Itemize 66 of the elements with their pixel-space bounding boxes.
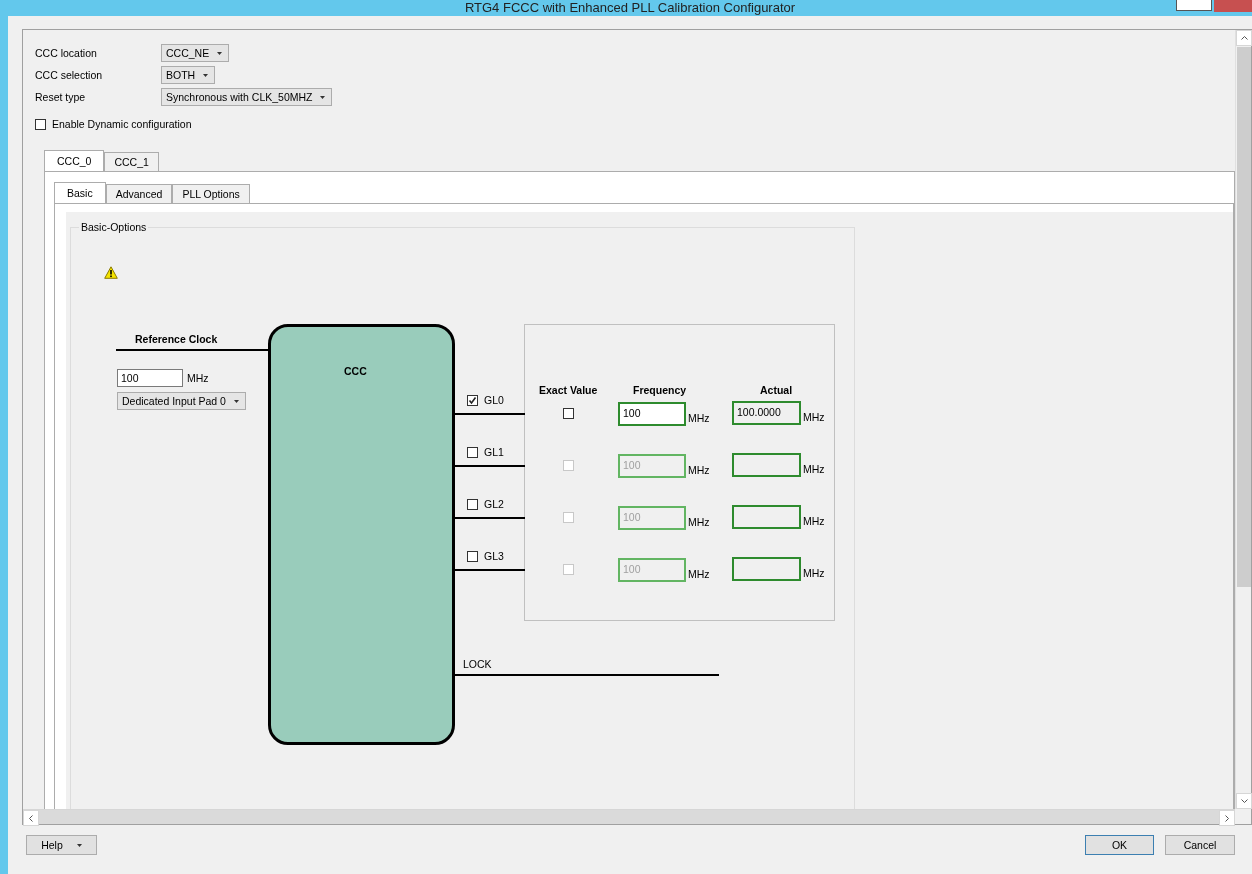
scroll-up-button[interactable]	[1236, 30, 1252, 46]
unit-label: MHz	[803, 515, 825, 527]
window-title: RTG4 FCCC with Enhanced PLL Calibration Configurator	[464, 0, 796, 16]
unit-label: MHz	[187, 372, 209, 384]
unit-label: MHz	[688, 516, 710, 528]
options-tab[interactable]: PLL Options	[172, 184, 250, 203]
frequency-input[interactable]: 100	[117, 369, 183, 387]
chevron-left-icon	[29, 814, 33, 822]
setting-dropdown[interactable]: Synchronous with CLK_50MHZ	[161, 88, 333, 106]
setting-label: CCC selection	[35, 69, 104, 81]
clock-source-dropdown[interactable]: Dedicated Input Pad 0	[117, 392, 246, 410]
group-title: Basic-Options	[79, 221, 149, 233]
caret-icon	[320, 95, 326, 99]
help-button[interactable]: Help	[26, 835, 97, 855]
output-label: GL3	[484, 550, 504, 562]
unit-label: MHz	[688, 568, 710, 580]
output-label: GL2	[484, 498, 504, 510]
signal-line	[455, 465, 525, 467]
caret-icon	[203, 73, 209, 77]
checkbox-label: Enable Dynamic configuration	[52, 118, 192, 130]
actual-frequency-field: 100.0000	[732, 401, 801, 425]
output-checkbox[interactable]	[467, 394, 478, 406]
scrollbar-thumb[interactable]	[1237, 47, 1251, 587]
unit-label: MHz	[803, 567, 825, 579]
chevron-right-icon	[1225, 814, 1229, 822]
column-header: Exact Value	[539, 384, 598, 396]
scroll-down-button[interactable]	[1236, 793, 1252, 809]
output-label: GL0	[484, 394, 504, 406]
unit-label: MHz	[803, 411, 825, 423]
checkbox[interactable]	[35, 118, 46, 130]
ccc-tab[interactable]: CCC_0	[44, 150, 105, 171]
setting-dropdown[interactable]: CCC_NE	[161, 44, 230, 62]
column-header: Frequency	[633, 384, 687, 396]
lock-label: LOCK	[463, 658, 492, 670]
signal-line	[455, 413, 525, 415]
caret-icon	[217, 51, 223, 55]
caret-icon	[233, 399, 239, 403]
reference-clock-label: Reference Clock	[135, 333, 218, 345]
chevron-down-icon	[1240, 799, 1248, 803]
unit-label: MHz	[803, 463, 825, 475]
setting-dropdown[interactable]: BOTH	[161, 66, 216, 84]
ccc-tab[interactable]: CCC_1	[104, 152, 159, 171]
column-header: Actual	[760, 384, 793, 396]
scroll-left-button[interactable]	[23, 810, 39, 826]
exact-value-checkbox[interactable]	[563, 408, 574, 419]
frequency-input[interactable]: 100	[618, 402, 686, 426]
unit-label: MHz	[688, 464, 710, 476]
chevron-up-icon	[1240, 36, 1248, 40]
output-label: GL1	[484, 446, 504, 458]
minimize-button[interactable]	[1176, 0, 1212, 11]
signal-line	[455, 569, 525, 571]
cancel-button[interactable]: Cancel	[1165, 835, 1235, 855]
signal-line	[455, 517, 525, 519]
scroll-right-button[interactable]	[1219, 810, 1235, 826]
options-tab[interactable]: Advanced	[105, 184, 173, 203]
actual-frequency-field	[732, 557, 801, 581]
unit-label: MHz	[688, 412, 710, 424]
setting-label: Reset type	[35, 91, 87, 103]
options-tab[interactable]: Basic	[54, 182, 106, 203]
ok-button[interactable]: OK	[1085, 835, 1154, 855]
warning-icon	[104, 266, 118, 279]
actual-frequency-field	[732, 505, 801, 529]
block-label: CCC	[344, 365, 367, 377]
setting-label: CCC location	[35, 47, 98, 59]
actual-frequency-field	[732, 453, 801, 477]
caret-icon	[76, 843, 82, 847]
